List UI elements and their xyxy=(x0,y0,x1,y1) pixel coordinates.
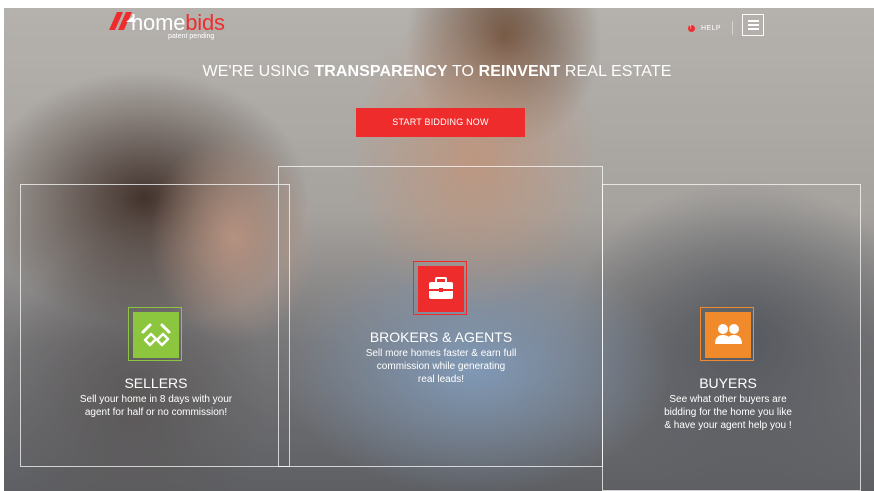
help-link[interactable]: HELP xyxy=(688,21,721,35)
briefcase-icon-graphic xyxy=(429,277,453,299)
handshake-icon xyxy=(133,312,179,358)
hamburger-menu-line xyxy=(747,28,759,30)
headline-transparency: TRANSPARENCY xyxy=(314,63,448,80)
buyers-icon-button[interactable] xyxy=(700,307,754,361)
headline-reinvent: REINVENT xyxy=(478,63,561,80)
brokers-agents-title: BROKERS & AGENTS xyxy=(369,329,513,345)
help-label: HELP xyxy=(701,24,721,32)
headline-suffix: REAL ESTATE xyxy=(560,63,672,80)
headline-middle: TO xyxy=(447,63,479,80)
briefcase-icon xyxy=(418,266,464,312)
homebids-landing-page: homebids patent pending HELP WE'RE USING… xyxy=(0,0,874,491)
start-bidding-button[interactable]: START BIDDING NOW xyxy=(356,108,525,137)
buyers-group-icon-graphic xyxy=(715,324,742,344)
header-divider xyxy=(732,21,733,35)
info-dot-icon xyxy=(688,24,695,32)
logo-wordmark-primary: home xyxy=(131,10,186,35)
logo-wordmark: homebids xyxy=(131,12,225,34)
sellers-description: Sell your home in 8 days with your agent… xyxy=(79,394,233,418)
top-navigation: homebids patent pending HELP xyxy=(108,11,768,45)
hamburger-menu-icon xyxy=(747,20,759,22)
handshake-icon-graphic xyxy=(141,323,171,347)
hero-headline: WE'RE USING TRANSPARENCY TO REINVENT REA… xyxy=(0,63,874,81)
menu-button[interactable] xyxy=(742,14,764,36)
brokers-agents-panel xyxy=(278,166,603,467)
headline-prefix: WE'RE USING xyxy=(202,63,315,80)
hamburger-menu-line xyxy=(747,24,759,26)
sellers-icon-button[interactable] xyxy=(128,307,182,361)
brokers-agents-icon-button[interactable] xyxy=(413,261,467,315)
logo-wordmark-accent: bids xyxy=(185,10,225,35)
buyers-description: See what other buyers are bidding for th… xyxy=(664,394,792,431)
homebids-logo[interactable]: homebids patent pending xyxy=(108,11,230,43)
logo-subtitle: patent pending xyxy=(168,33,215,40)
brokers-agents-description: Sell more homes faster & earn full commi… xyxy=(365,348,517,385)
sellers-title: SELLERS xyxy=(124,375,188,391)
buyers-title: BUYERS xyxy=(699,375,757,391)
buyers-group-icon xyxy=(705,312,751,358)
